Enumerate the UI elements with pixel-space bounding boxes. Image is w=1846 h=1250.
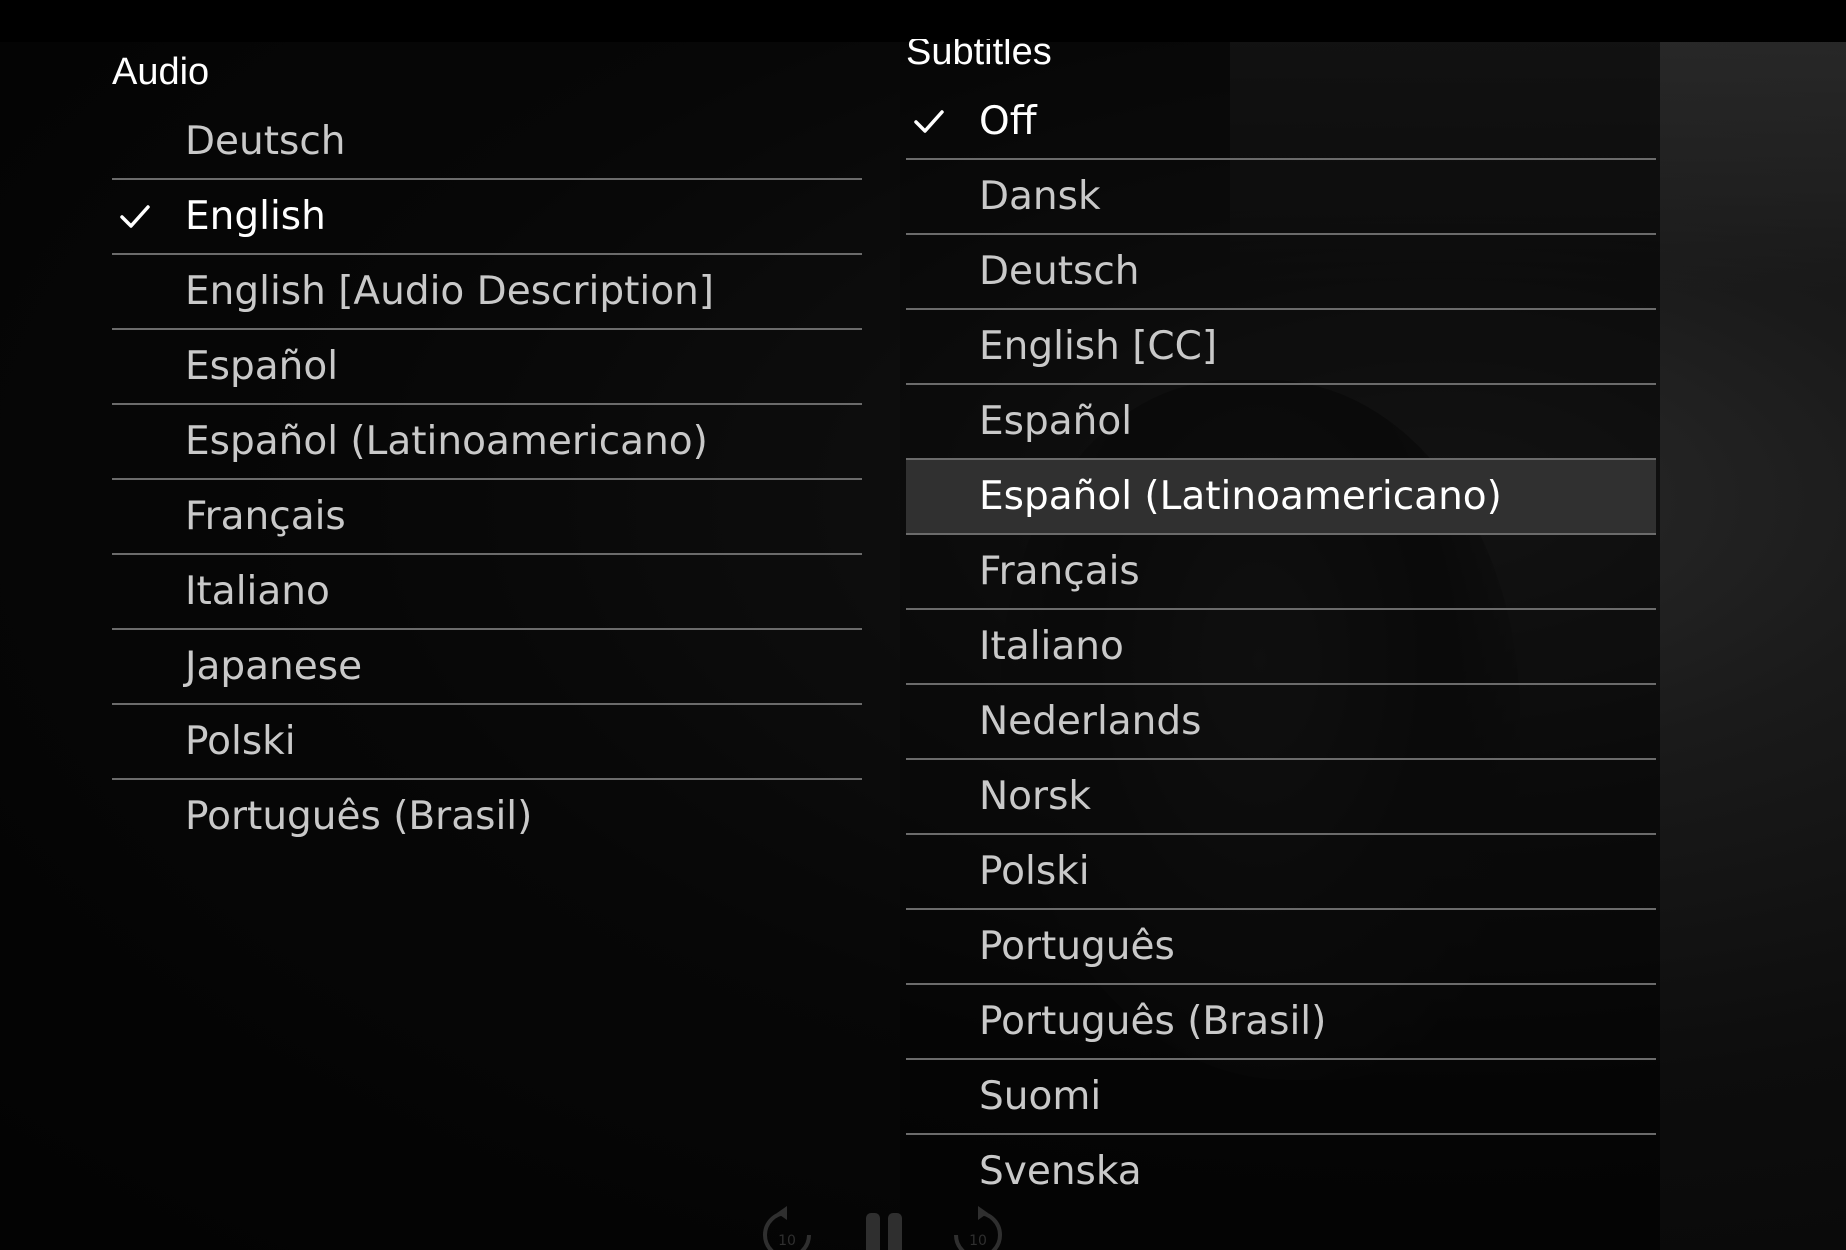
subtitles-track-label: Nederlands [979, 699, 1202, 744]
checkmark-icon [120, 205, 150, 228]
audio-track-list: Deutsch English English [Audio Description… [112, 105, 862, 853]
audio-track-option[interactable]: Japanese [112, 630, 862, 705]
subtitles-track-option[interactable]: Español [906, 385, 1656, 460]
audio-track-label: English [185, 194, 326, 239]
subtitles-track-label: Polski [979, 849, 1090, 894]
subtitles-track-option[interactable]: Off [906, 85, 1656, 160]
subtitles-track-list: Off Dansk Deutsch English [CC] Español Españo… [906, 85, 1656, 1208]
audio-track-label: Deutsch [185, 119, 346, 164]
subtitles-track-label: Français [979, 549, 1140, 594]
subtitles-track-label: Español (Latinoamericano) [979, 474, 1502, 519]
forward-10-button[interactable]: 10 [948, 1205, 1008, 1250]
audio-track-label: Polski [185, 719, 296, 764]
rewind-seconds-label: 10 [778, 1233, 796, 1249]
subtitles-track-label: Suomi [979, 1074, 1102, 1119]
player-screen: Audio Deutsch English English [Audio Descr… [0, 0, 1846, 1250]
subtitles-track-option[interactable]: Nederlands [906, 685, 1656, 760]
pause-icon [866, 1213, 902, 1250]
subtitles-track-option[interactable]: Polski [906, 835, 1656, 910]
subtitles-track-label: Dansk [979, 174, 1101, 219]
subtitles-track-label: Deutsch [979, 249, 1140, 294]
subtitles-track-option[interactable]: Español (Latinoamericano) [906, 460, 1656, 535]
audio-track-option[interactable]: Português (Brasil) [112, 780, 862, 853]
audio-track-option[interactable]: Français [112, 480, 862, 555]
subtitles-track-option[interactable]: Deutsch [906, 235, 1656, 310]
audio-section-title: Audio [112, 51, 210, 93]
forward-seconds-label: 10 [969, 1233, 987, 1249]
subtitles-track-label: Norsk [979, 774, 1091, 819]
subtitles-track-option[interactable]: Français [906, 535, 1656, 610]
audio-track-option[interactable]: English [112, 180, 862, 255]
checkmark-icon [914, 110, 944, 133]
subtitles-track-label: English [CC] [979, 324, 1218, 369]
subtitles-track-option[interactable]: Norsk [906, 760, 1656, 835]
subtitles-track-option[interactable]: Svenska [906, 1135, 1656, 1208]
audio-track-option[interactable]: Polski [112, 705, 862, 780]
subtitles-track-label: Português [979, 924, 1175, 969]
audio-track-option[interactable]: Español (Latinoamericano) [112, 405, 862, 480]
subtitles-track-option[interactable]: Dansk [906, 160, 1656, 235]
audio-track-label: Italiano [185, 569, 330, 614]
subtitles-track-option[interactable]: Português [906, 910, 1656, 985]
audio-track-label: Português (Brasil) [185, 794, 533, 839]
subtitles-track-option[interactable]: Italiano [906, 610, 1656, 685]
rewind-10-button[interactable]: 10 [757, 1205, 817, 1250]
subtitles-track-option[interactable]: Suomi [906, 1060, 1656, 1135]
subtitles-track-option[interactable]: Português (Brasil) [906, 985, 1656, 1060]
audio-track-option[interactable]: Deutsch [112, 105, 862, 180]
audio-track-option[interactable]: English [Audio Description] [112, 255, 862, 330]
subtitles-track-label: Español [979, 399, 1133, 444]
top-bar [0, 0, 1846, 42]
subtitles-track-label: Off [979, 99, 1037, 144]
audio-track-label: Français [185, 494, 346, 539]
audio-track-label: Español [185, 344, 339, 389]
subtitles-track-label: Italiano [979, 624, 1124, 669]
subtitles-track-option[interactable]: English [CC] [906, 310, 1656, 385]
audio-track-label: Español (Latinoamericano) [185, 419, 708, 464]
subtitles-track-label: Português (Brasil) [979, 999, 1327, 1044]
audio-track-option[interactable]: Español [112, 330, 862, 405]
audio-track-label: Japanese [185, 644, 363, 689]
forward-10-icon: 10 [954, 1206, 1002, 1250]
rewind-10-icon: 10 [763, 1206, 811, 1250]
audio-track-label: English [Audio Description] [185, 269, 715, 314]
playback-controls: 10 10 [0, 1205, 1846, 1250]
audio-track-option[interactable]: Italiano [112, 555, 862, 630]
pause-button[interactable] [858, 1205, 918, 1250]
subtitles-track-label: Svenska [979, 1149, 1142, 1194]
